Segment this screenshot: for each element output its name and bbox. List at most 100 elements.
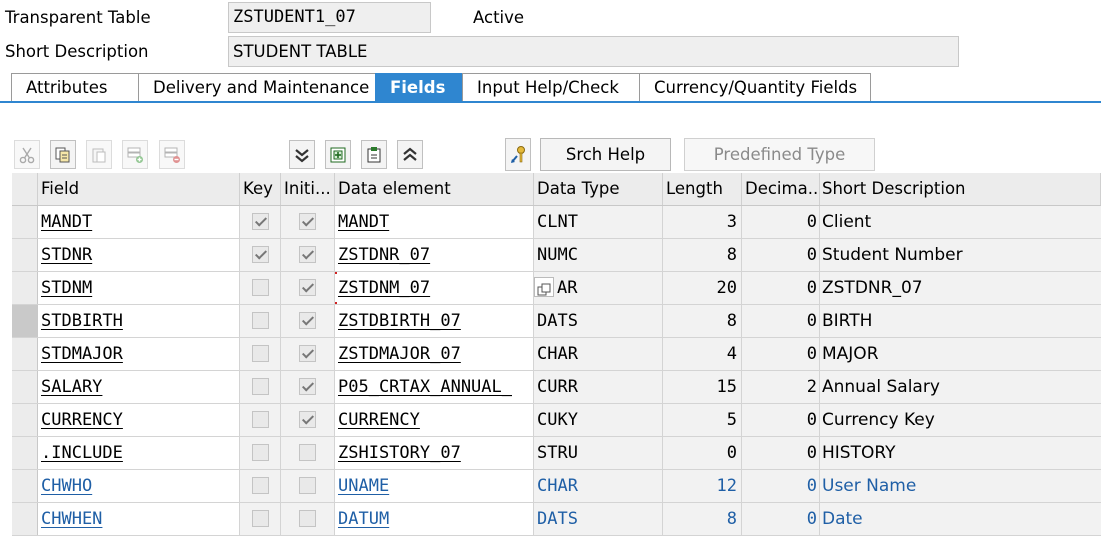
data-element-link[interactable]: MANDT	[338, 212, 389, 232]
row-selector[interactable]	[12, 371, 38, 403]
paste-button[interactable]	[86, 140, 112, 169]
field-name[interactable]: SALARY	[41, 377, 102, 397]
delete-row-button[interactable]	[159, 140, 185, 169]
data-type-value: STRU	[537, 443, 578, 463]
tab-attributes[interactable]: Attributes	[11, 73, 138, 102]
col-data-element[interactable]: Data element	[335, 173, 534, 205]
key-checkbox[interactable]	[251, 476, 269, 494]
field-name[interactable]: MANDT	[41, 212, 92, 232]
initial-values-checkbox[interactable]	[299, 344, 316, 362]
col-decimals[interactable]: Decima...	[742, 173, 820, 205]
value-help-icon[interactable]	[534, 277, 554, 297]
length-value: 8	[663, 503, 742, 535]
table-name-field[interactable]: ZSTUDENT1_07	[228, 2, 431, 33]
search-help-button[interactable]: Srch Help	[540, 138, 671, 171]
insert-row-button[interactable]	[122, 140, 148, 169]
col-initial[interactable]: Initi...	[281, 173, 335, 205]
table-row[interactable]: .INCLUDE ZSHISTORY_07 STRU 0 0 HISTORY	[12, 437, 1101, 470]
predefined-type-button[interactable]: Predefined Type	[684, 138, 875, 171]
key-button[interactable]	[505, 138, 531, 171]
key-checkbox[interactable]	[251, 377, 269, 395]
col-short-description[interactable]: Short Description	[820, 173, 1101, 205]
data-type-value: CLNT	[537, 212, 578, 232]
table-row[interactable]: STDNM ZSTDNM_07 AR 20 0 ZSTDNR_07	[12, 272, 1101, 305]
col-key[interactable]: Key	[240, 173, 281, 205]
field-name[interactable]: CURRENCY	[41, 410, 123, 430]
initial-values-checkbox[interactable]	[299, 212, 316, 230]
tab-input-help-check[interactable]: Input Help/Check	[462, 73, 639, 102]
table-row[interactable]: CHWHEN DATUM DATS 8 0 Date	[12, 503, 1101, 536]
data-element-link[interactable]: ZSTDBIRTH_07	[338, 311, 461, 331]
row-selector[interactable]	[12, 437, 38, 469]
row-selector[interactable]	[12, 503, 38, 535]
initial-values-checkbox[interactable]	[299, 476, 316, 494]
key-checkbox[interactable]	[251, 410, 269, 428]
table-row[interactable]: CURRENCY CURRENCY CUKY 5 0 Currency Key	[12, 404, 1101, 437]
key-checkbox[interactable]	[251, 443, 269, 461]
row-selector[interactable]	[12, 206, 38, 238]
data-element-link[interactable]: ZSTDNM_07	[338, 278, 430, 298]
short-description-value: HISTORY	[820, 437, 1101, 469]
data-element-link[interactable]: CURRENCY	[338, 410, 420, 430]
data-element-link[interactable]: DATUM	[338, 509, 389, 529]
field-name[interactable]: CHWHO	[41, 476, 92, 496]
table-row[interactable]: SALARY P05_CRTAX_ANNUAL_ CURR 15 2 Annual Sal…	[12, 371, 1101, 404]
field-name[interactable]: STDNM	[41, 278, 92, 298]
field-name[interactable]: .INCLUDE	[41, 443, 123, 463]
key-checkbox[interactable]	[251, 278, 269, 296]
data-element-link[interactable]: UNAME	[338, 476, 389, 496]
initial-values-checkbox[interactable]	[299, 377, 316, 395]
key-checkbox[interactable]	[251, 509, 269, 527]
data-element-link[interactable]: ZSTDNR_07	[338, 245, 430, 265]
data-element-link[interactable]: ZSHISTORY_07	[338, 443, 461, 463]
row-selector[interactable]	[12, 338, 38, 370]
row-selector[interactable]	[12, 305, 38, 337]
table-row[interactable]: STDBIRTH ZSTDBIRTH_07 DATS 8 0 BIRTH	[12, 305, 1101, 338]
select-all-cell[interactable]	[12, 173, 38, 205]
initial-values-checkbox[interactable]	[299, 245, 316, 263]
focused-cell: ZSTDNM_07	[335, 272, 430, 304]
table-row[interactable]: MANDT MANDT CLNT 3 0 Client	[12, 206, 1101, 239]
row-selector[interactable]	[12, 470, 38, 502]
data-type-value: CURR	[537, 377, 578, 397]
initial-values-checkbox[interactable]	[299, 311, 316, 329]
data-element-link[interactable]: P05_CRTAX_ANNUAL_	[338, 377, 512, 397]
tab-delivery-maintenance[interactable]: Delivery and Maintenance	[138, 73, 375, 102]
scroll-down-button[interactable]	[289, 140, 315, 169]
scroll-up-button[interactable]	[397, 140, 423, 169]
cut-button[interactable]	[14, 140, 40, 169]
tab-fields[interactable]: Fields	[375, 73, 462, 102]
table-row[interactable]: CHWHO UNAME CHAR 12 0 User Name	[12, 470, 1101, 503]
data-element-link[interactable]: ZSTDMAJOR_07	[338, 344, 461, 364]
row-selector[interactable]	[12, 404, 38, 436]
row-selector[interactable]	[12, 239, 38, 271]
tab-currency-quantity-fields[interactable]: Currency/Quantity Fields	[639, 73, 871, 102]
col-length[interactable]: Length	[663, 173, 742, 205]
field-name[interactable]: CHWHEN	[41, 509, 102, 529]
initial-values-checkbox[interactable]	[299, 278, 316, 296]
short-description-field[interactable]: STUDENT TABLE	[228, 36, 959, 67]
field-name[interactable]: STDMAJOR	[41, 344, 123, 364]
length-value: 8	[663, 239, 742, 271]
copy-icon	[55, 147, 70, 162]
field-name[interactable]: STDBIRTH	[41, 311, 123, 331]
field-name[interactable]: STDNR	[41, 245, 92, 265]
key-checkbox[interactable]	[251, 344, 269, 362]
row-selector[interactable]	[12, 272, 38, 304]
table-row[interactable]: STDMAJOR ZSTDMAJOR_07 CHAR 4 0 MAJOR	[12, 338, 1101, 371]
initial-values-checkbox[interactable]	[299, 443, 316, 461]
insert-button[interactable]	[325, 140, 351, 169]
decimals-value: 0	[742, 239, 820, 271]
col-field[interactable]: Field	[38, 173, 240, 205]
short-description-value: Currency Key	[820, 404, 1101, 436]
initial-values-checkbox[interactable]	[299, 410, 316, 428]
initial-values-checkbox[interactable]	[299, 509, 316, 527]
view-button[interactable]	[361, 140, 387, 169]
key-checkbox[interactable]	[251, 311, 269, 329]
decimals-value: 0	[742, 206, 820, 238]
table-row[interactable]: STDNR ZSTDNR_07 NUMC 8 0 Student Number	[12, 239, 1101, 272]
key-checkbox[interactable]	[251, 212, 269, 230]
key-checkbox[interactable]	[251, 245, 269, 263]
copy-button[interactable]	[50, 140, 76, 169]
col-data-type[interactable]: Data Type	[534, 173, 663, 205]
